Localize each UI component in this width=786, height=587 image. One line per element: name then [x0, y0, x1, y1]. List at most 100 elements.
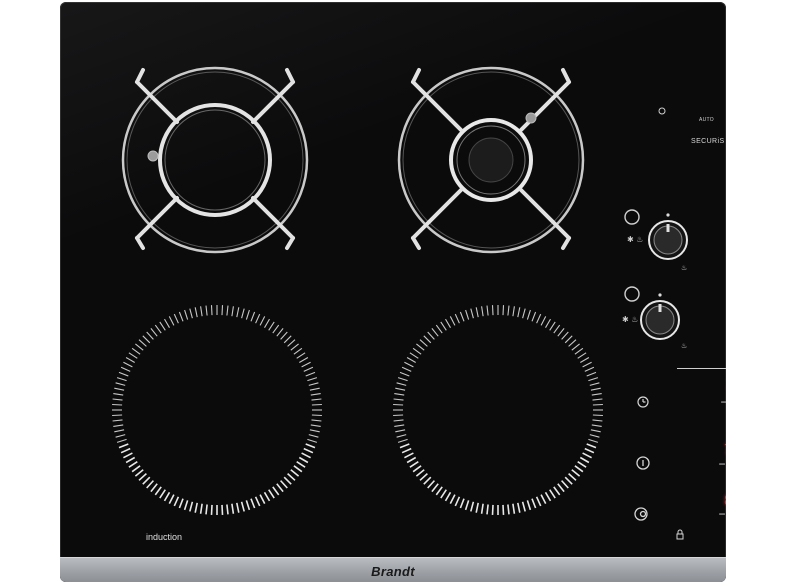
- zone-tick: [549, 321, 556, 331]
- zone-tick: [280, 480, 288, 489]
- zone-tick: [399, 371, 410, 377]
- zone-tick: [305, 443, 316, 449]
- zone-tick: [183, 500, 189, 511]
- zone-tick: [301, 452, 311, 459]
- auto-indicator-icon: [658, 107, 666, 115]
- zone-tick: [394, 424, 405, 427]
- zone-tick: [113, 424, 124, 427]
- zone-tick: [592, 419, 603, 422]
- timer-clock-icon[interactable]: [637, 396, 649, 408]
- left-burner-knob[interactable]: [648, 213, 688, 260]
- zone-tick: [393, 419, 404, 422]
- zone-tick: [393, 403, 404, 406]
- zone-tick: [568, 473, 577, 481]
- timer-minus-button[interactable]: −: [717, 395, 726, 409]
- flame-icon: ✱ ♨: [627, 235, 643, 244]
- zone-tick: [311, 398, 322, 401]
- zone-tick: [311, 403, 322, 406]
- zone-tick: [590, 429, 601, 433]
- zone-tick: [184, 309, 189, 320]
- zone2-minus-button[interactable]: −: [715, 507, 726, 521]
- zone-tick: [311, 414, 322, 417]
- zone-tick: [189, 308, 193, 319]
- zone-tick: [592, 398, 603, 401]
- zone-tick: [114, 429, 125, 433]
- zone-tick: [544, 491, 552, 502]
- zone-tick: [131, 347, 141, 355]
- control-divider: [677, 368, 726, 369]
- zone-tick: [440, 489, 447, 499]
- zone-tick: [210, 305, 213, 316]
- zone-tick: [287, 339, 296, 347]
- zone-tick: [480, 503, 484, 514]
- zone-tick: [561, 331, 569, 340]
- zone-tick: [118, 443, 129, 449]
- zone-tick: [470, 308, 474, 319]
- zone-tick: [526, 500, 532, 511]
- zone-tick: [301, 361, 311, 368]
- zone-tick: [580, 357, 590, 363]
- zone-tick: [245, 500, 251, 511]
- zone-tick: [236, 502, 240, 513]
- zone-tick: [287, 473, 296, 481]
- zone1-select-icon[interactable]: [636, 456, 650, 470]
- left-burner-button-icon[interactable]: [624, 209, 640, 225]
- zone-tick: [582, 361, 592, 368]
- zone-tick: [116, 438, 127, 443]
- left-induction-zone[interactable]: [112, 305, 322, 515]
- zone-tick: [303, 366, 314, 372]
- zone-tick: [412, 347, 422, 355]
- right-gas-burner[interactable]: [397, 66, 585, 254]
- right-burner-knob[interactable]: [640, 293, 680, 340]
- right-burner-button-icon[interactable]: [624, 286, 640, 302]
- zone2-select-icon[interactable]: [634, 507, 648, 521]
- zone-tick: [146, 480, 154, 489]
- zone1-power-display: 7: [724, 443, 726, 458]
- zone-tick: [293, 347, 303, 355]
- right-induction-zone[interactable]: [393, 305, 603, 515]
- zone-tick: [419, 339, 428, 347]
- zone-tick: [536, 313, 542, 324]
- zone-tick: [427, 331, 435, 340]
- zone-tick: [465, 309, 470, 320]
- zone-tick: [491, 504, 494, 515]
- zone-tick: [259, 494, 266, 504]
- zone-tick: [205, 305, 208, 316]
- zone-tick: [272, 324, 280, 334]
- zone-tick: [522, 308, 526, 319]
- zone-tick: [309, 387, 320, 391]
- zone-tick: [283, 476, 292, 485]
- zone-tick: [276, 483, 284, 493]
- zone-tick: [412, 465, 422, 473]
- zone-tick: [159, 321, 166, 331]
- flame-small-icon: ♨: [681, 264, 687, 272]
- steel-trim: Brandt: [60, 557, 726, 582]
- zone-tick: [419, 473, 428, 481]
- left-gas-burner[interactable]: [121, 66, 309, 254]
- zone-tick: [113, 393, 124, 396]
- zone-tick: [205, 504, 208, 515]
- zone-tick: [142, 335, 151, 344]
- zone-tick: [568, 339, 577, 347]
- zone-tick: [283, 335, 292, 344]
- lock-icon[interactable]: [676, 529, 684, 540]
- zone-tick: [584, 447, 595, 454]
- zone-tick: [309, 429, 320, 433]
- zone-tick: [404, 452, 414, 459]
- zone-tick: [178, 311, 184, 322]
- zone-tick: [280, 331, 288, 340]
- zone-tick: [308, 434, 319, 438]
- zone-tick: [512, 503, 516, 514]
- zone-tick: [307, 438, 318, 443]
- zone-tick: [255, 313, 261, 324]
- zone-tick: [112, 403, 123, 406]
- zone-tick: [189, 501, 194, 512]
- zone1-minus-button[interactable]: −: [715, 457, 726, 471]
- zone-tick: [290, 469, 300, 477]
- zone-tick: [577, 461, 587, 468]
- zone-tick: [557, 483, 565, 493]
- zone-tick: [440, 321, 447, 331]
- zone-tick: [116, 377, 127, 382]
- zone-tick: [194, 307, 198, 318]
- zone-tick: [303, 447, 314, 454]
